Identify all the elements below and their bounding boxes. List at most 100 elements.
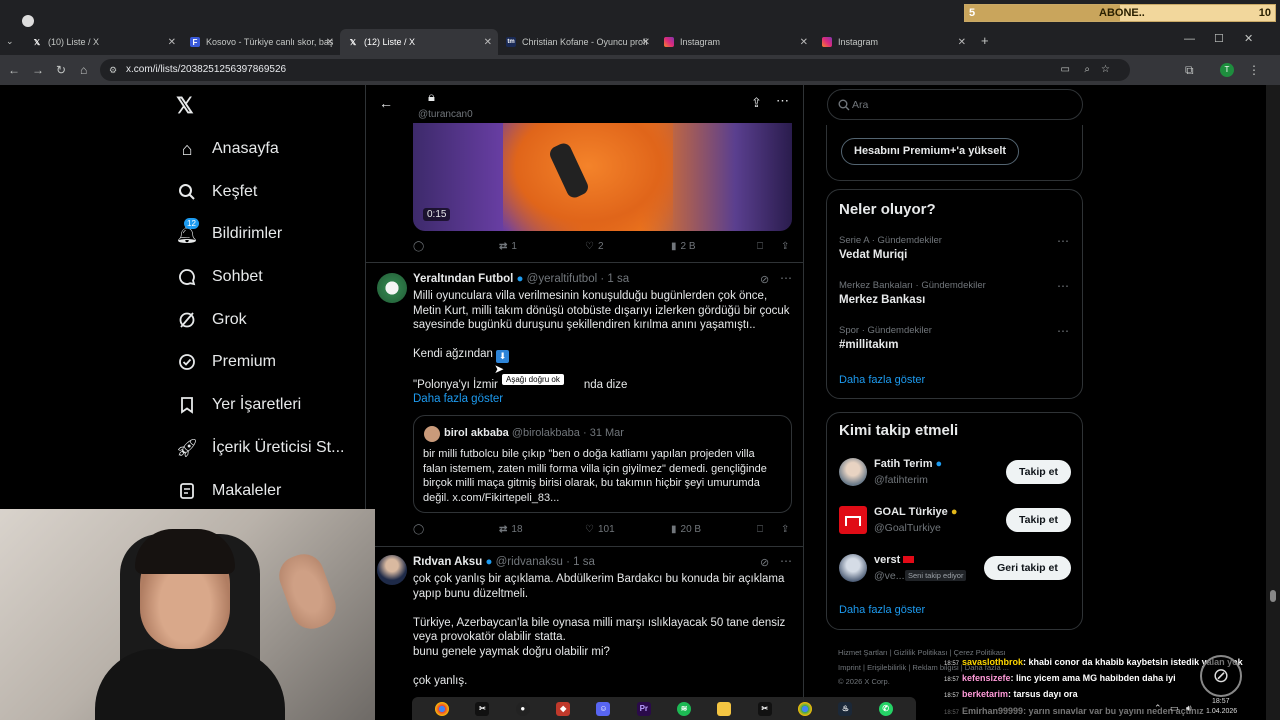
post-author[interactable]: Rıdvan Aksu	[413, 556, 482, 568]
tab-instagram-2[interactable]: Instagram ✕	[814, 31, 972, 53]
avatar[interactable]	[839, 554, 867, 582]
more-icon[interactable]: ⋯	[780, 271, 792, 285]
footer-link[interactable]: Erişilebilirlik	[867, 663, 906, 672]
file-explorer-icon[interactable]	[717, 701, 732, 716]
quoted-post[interactable]: birol akbaba @birolakbaba · 31 Mar bir m…	[413, 415, 792, 513]
close-tab-icon[interactable]: ✕	[326, 37, 334, 48]
trend-name[interactable]: Merkez Bankası	[839, 294, 925, 306]
network-icon[interactable]: ▭	[1170, 703, 1179, 714]
reload-icon[interactable]: ↻	[56, 63, 66, 77]
discord-icon[interactable]: ☺	[596, 701, 611, 716]
chrome-icon[interactable]	[435, 701, 450, 716]
search-input[interactable]: Ara	[827, 89, 1083, 120]
scrollbar-thumb[interactable]	[1270, 590, 1276, 602]
new-tab-button[interactable]: +	[981, 33, 989, 48]
whatsapp-icon[interactable]: ✆	[878, 701, 893, 716]
trend-name[interactable]: #millitakım	[839, 339, 898, 351]
avatar[interactable]	[377, 555, 407, 585]
share-icon[interactable]: ⇪	[751, 95, 762, 111]
tab-kofane[interactable]: tm Christian Kofane - Oyuncu profi ✕	[498, 31, 656, 53]
views-button[interactable]: ▮ 20 B	[671, 524, 701, 535]
avatar[interactable]	[839, 506, 867, 534]
nav-explore[interactable]: Keşfet	[176, 177, 257, 207]
volume-icon[interactable]: 🔊︎	[1186, 703, 1192, 714]
grok-icon[interactable]: ⊘	[760, 273, 769, 286]
close-tab-icon[interactable]: ✕	[168, 37, 176, 48]
more-icon[interactable]: ⋯	[780, 554, 792, 568]
share-icon[interactable]: ⇪	[781, 241, 789, 252]
minimize-icon[interactable]: —	[1184, 33, 1195, 45]
post-author[interactable]: Yeraltından Futbol	[413, 273, 513, 285]
follow-back-button[interactable]: Geri takip et	[984, 556, 1071, 580]
profile-avatar[interactable]: T	[1220, 63, 1234, 77]
app-red-icon[interactable]: ◆	[556, 701, 571, 716]
post-handle[interactable]: @ridvanaksu	[496, 556, 563, 568]
premiere-icon[interactable]: Pr	[636, 701, 651, 716]
nav-bookmarks[interactable]: Yer İşaretleri	[176, 390, 301, 420]
more-icon[interactable]: ⋯	[1057, 279, 1070, 293]
cast-icon[interactable]: ▭	[1061, 59, 1070, 81]
more-icon[interactable]: ⋯	[1057, 324, 1070, 338]
tab-kosovo[interactable]: F Kosovo - Türkiye canlı skor, baş ✕	[182, 31, 340, 53]
zoom-icon[interactable]: ⌕	[1084, 59, 1090, 81]
close-tab-icon[interactable]: ✕	[958, 37, 966, 48]
avatar[interactable]	[839, 458, 867, 486]
video-thumbnail[interactable]: 0:15	[413, 123, 792, 231]
tab-x-list-1[interactable]: 𝕏 (10) Liste / X ✕	[24, 31, 182, 53]
tab-search-icon[interactable]: ⌄	[6, 36, 14, 47]
footer-link[interactable]: Gizlilik Politikası	[894, 648, 948, 657]
post-time[interactable]: 1 sa	[607, 273, 629, 285]
nav-chat[interactable]: Sohbet	[176, 262, 263, 292]
maximize-icon[interactable]: ☐	[1214, 32, 1224, 45]
tab-x-list-active[interactable]: 𝕏 (12) Liste / X ✕	[340, 29, 498, 55]
bookmark-icon[interactable]: ⎕	[757, 524, 763, 535]
back-icon[interactable]: ←	[8, 63, 20, 77]
url-input[interactable]: ⚙ x.com/i/lists/2038251256397869526 ▭ ⌕ …	[100, 59, 1130, 81]
like-button[interactable]: ♡ 101	[585, 524, 615, 535]
reply-icon[interactable]: ◯	[413, 524, 424, 535]
obs-icon[interactable]: ●	[515, 701, 530, 716]
chevron-up-icon[interactable]: ⌃	[1154, 703, 1162, 714]
page-scrollbar[interactable]	[1266, 85, 1280, 720]
post-time[interactable]: 1 sa	[573, 556, 595, 568]
repost-button[interactable]: ⇄ 18	[499, 524, 523, 535]
back-arrow-icon[interactable]: ←	[379, 95, 393, 111]
tab-instagram-1[interactable]: Instagram ✕	[656, 31, 814, 53]
suggestion-name[interactable]: verst	[874, 554, 915, 566]
reply-icon[interactable]: ◯	[413, 241, 424, 252]
avatar[interactable]	[377, 273, 407, 303]
bookmark-star-icon[interactable]: ☆	[1101, 59, 1110, 81]
grok-icon[interactable]: ⊘	[760, 556, 769, 569]
chrome-icon[interactable]	[798, 701, 813, 716]
x-logo-icon[interactable]: 𝕏	[176, 93, 194, 119]
footer-link[interactable]: Çerez Politikası	[954, 648, 1006, 657]
follow-button[interactable]: Takip et	[1006, 460, 1071, 484]
capcut-icon[interactable]: ✂	[475, 701, 490, 716]
nav-creator-studio[interactable]: 🚀︎ İçerik Üreticisi St...	[176, 433, 345, 463]
show-more-link[interactable]: Daha fazla göster	[839, 374, 925, 386]
nav-notifications[interactable]: 🔔︎ 12 Bildirimler	[176, 218, 282, 249]
home-icon[interactable]: ⌂	[80, 63, 87, 77]
share-icon[interactable]: ⇪	[781, 524, 789, 535]
close-tab-icon[interactable]: ✕	[642, 37, 650, 48]
forward-icon[interactable]: →	[32, 63, 44, 77]
clock-time[interactable]: 18:57	[1212, 698, 1230, 705]
repost-button[interactable]: ⇄ 1	[499, 241, 517, 252]
close-tab-icon[interactable]: ✕	[484, 37, 492, 48]
show-more-link[interactable]: Daha fazla göster	[413, 392, 791, 407]
close-window-icon[interactable]: ✕	[1244, 32, 1253, 45]
spotify-icon[interactable]: ≋	[677, 701, 692, 716]
follow-button[interactable]: Takip et	[1006, 508, 1071, 532]
more-icon[interactable]: ⋯	[1057, 234, 1070, 248]
bookmark-icon[interactable]: ⎕	[757, 241, 763, 252]
close-tab-icon[interactable]: ✕	[800, 37, 808, 48]
footer-link[interactable]: Hizmet Şartları	[838, 648, 888, 657]
upgrade-premium-button[interactable]: Hesabını Premium+'a yükselt	[841, 138, 1020, 165]
extensions-icon[interactable]: ⧉	[1185, 63, 1194, 78]
footer-link[interactable]: Imprint	[838, 663, 861, 672]
suggestion-name[interactable]: Fatih Terim ●	[874, 458, 942, 470]
trend-name[interactable]: Vedat Muriqi	[839, 249, 907, 261]
capcut-icon[interactable]: ✂	[757, 701, 772, 716]
nav-articles[interactable]: Makaleler	[176, 476, 281, 506]
like-button[interactable]: ♡ 2	[585, 241, 604, 252]
